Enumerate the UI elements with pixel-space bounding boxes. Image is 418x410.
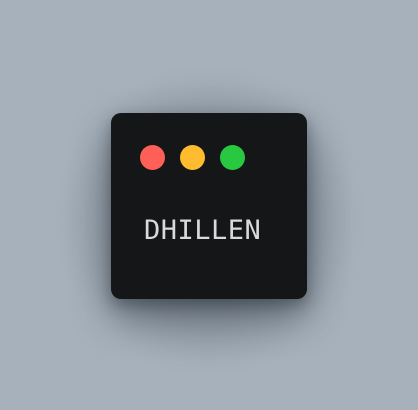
terminal-window: DHILLEN [111,113,307,299]
close-button[interactable] [140,145,165,170]
maximize-button[interactable] [220,145,245,170]
window-controls [140,145,245,170]
window-label: DHILLEN [144,215,262,246]
minimize-button[interactable] [180,145,205,170]
